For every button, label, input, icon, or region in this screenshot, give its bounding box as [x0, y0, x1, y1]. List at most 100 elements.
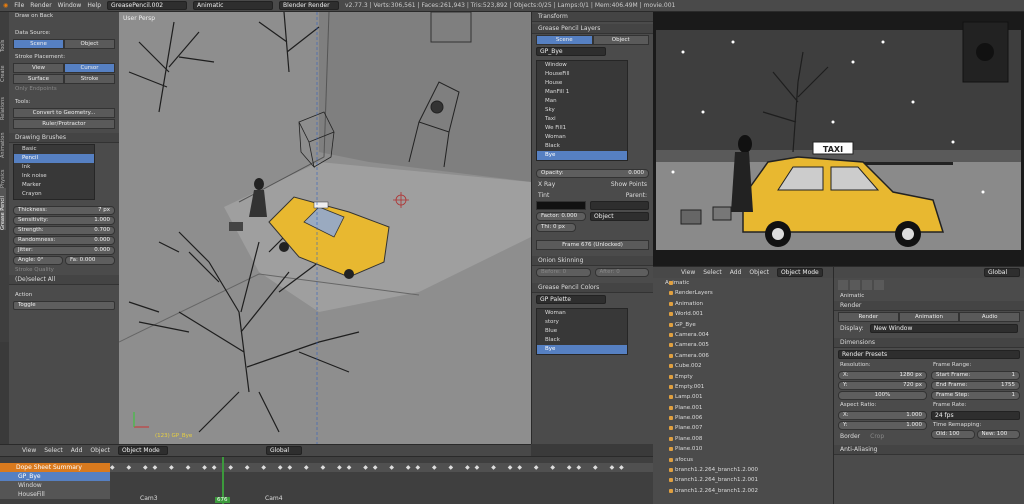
gp-parent-type-select[interactable]: Object [590, 212, 649, 221]
crop-checkbox[interactable]: Crop [870, 433, 884, 440]
outliner-mode-select[interactable]: Object Mode [776, 268, 823, 277]
outliner-item[interactable]: Camera.005 [653, 340, 833, 350]
outliner-item[interactable]: Plane.001 [653, 403, 833, 413]
gp-color-black[interactable]: Black [537, 336, 627, 345]
gp-layer-wefill[interactable]: We Fill1 [537, 124, 627, 133]
dopesheet-channel-row[interactable]: HouseFill [0, 490, 110, 499]
aspect-x-field[interactable]: X: 1.000 [838, 411, 927, 420]
angle-field[interactable]: Angle: 0° [13, 256, 63, 265]
dopesheet-channel-row[interactable]: Window [0, 481, 110, 490]
gp-layer-house[interactable]: House [537, 79, 627, 88]
menu-file[interactable]: File [14, 2, 24, 9]
draw-on-back-checkbox[interactable]: Draw on Back [9, 12, 119, 21]
viewport-menu-object[interactable]: Object [90, 447, 110, 454]
gp-colors-header[interactable]: Grease Pencil Colors [532, 283, 653, 293]
world-tab-icon[interactable] [862, 280, 872, 290]
marker-cam4[interactable]: Cam4 [265, 495, 283, 502]
outliner-item[interactable]: branch1.2.264_branch1.2.001 [653, 475, 833, 485]
gp-color-woman[interactable]: Woman [537, 309, 627, 318]
gp-layer-man[interactable]: Man [537, 97, 627, 106]
display-select[interactable]: New Window [869, 324, 1018, 333]
tab-animation[interactable]: Animation [0, 120, 6, 159]
gp-frame-button[interactable]: Frame 676 (Unlocked) [536, 240, 649, 250]
gp-xray-checkbox[interactable]: X Ray [538, 181, 555, 188]
convert-to-geometry-button[interactable]: Convert to Geometry... [13, 108, 115, 118]
gp-color-story[interactable]: story [537, 318, 627, 327]
blender-logo-icon[interactable]: ◉ [3, 2, 8, 9]
frame-step-field[interactable]: Frame Step: 1 [931, 391, 1020, 400]
outliner-item[interactable]: afocus [653, 455, 833, 465]
outliner-item[interactable]: Plane.008 [653, 434, 833, 444]
action-select[interactable]: Toggle [13, 301, 115, 310]
remap-old-field[interactable]: Old: 100 [931, 430, 975, 439]
render-panel-header[interactable]: Render [834, 301, 1024, 311]
brush-ink[interactable]: Ink [14, 163, 94, 172]
drawing-brushes-header[interactable]: Drawing Brushes [9, 133, 119, 143]
gp-palette-field[interactable]: GP Palette [536, 295, 606, 304]
jitter-field[interactable]: Jitter: 0.000 [13, 246, 115, 255]
randomness-field[interactable]: Randomness: 0.000 [13, 236, 115, 245]
transform-header[interactable]: Transform [532, 12, 653, 22]
gp-layer-manfill[interactable]: ManFill 1 [537, 88, 627, 97]
object-tab-icon[interactable] [874, 280, 884, 290]
menu-help[interactable]: Help [87, 2, 101, 9]
res-percent-field[interactable]: 100% [838, 391, 927, 400]
gp-color-bye[interactable]: Bye [537, 345, 627, 354]
outliner-item[interactable]: RenderLayers [653, 288, 833, 298]
dopesheet-keyframe-track[interactable]: ◆ ◆ ◆◆ ◆ ◆ ◆◆ ◆ ◆ ◆ ◆◆ ◆ ◆ ◆◆ ◆◆ ◆ ◆◆ ◆ … [110, 463, 653, 472]
gp-source-object[interactable]: Object [592, 35, 649, 45]
render-view[interactable]: TAXI [653, 12, 1024, 266]
strength-field[interactable]: Strength: 0.700 [13, 226, 115, 235]
gp-tint-color-swatch[interactable] [536, 201, 586, 210]
dopesheet-channel-row[interactable]: GP_Bye [0, 472, 110, 481]
placement-surface[interactable]: Surface [13, 74, 64, 84]
gp-layer-sky[interactable]: Sky [537, 106, 627, 115]
gp-factor-field[interactable]: Factor: 0.000 [536, 212, 586, 221]
placement-cursor[interactable]: Cursor [64, 63, 115, 73]
outliner-item[interactable]: Animation [653, 299, 833, 309]
thickness-field[interactable]: Thickness: 7 px [13, 206, 115, 215]
audio-button[interactable]: Audio [959, 312, 1021, 322]
end-frame-field[interactable]: End Frame: 1755 [931, 381, 1020, 390]
render-engine-select[interactable]: Blender Render [279, 1, 340, 10]
placement-view[interactable]: View [13, 63, 64, 73]
marker-cam3[interactable]: Cam3 [140, 495, 158, 502]
outliner-menu-object[interactable]: Object [749, 269, 769, 276]
res-y-field[interactable]: Y: 720 px [838, 381, 927, 390]
gp-source-scene[interactable]: Scene [536, 35, 593, 45]
gp-layer-woman[interactable]: Woman [537, 133, 627, 142]
stroke-quality-header[interactable]: Stroke Quality [9, 266, 119, 275]
border-checkbox[interactable]: Border [840, 433, 860, 440]
fps-select[interactable]: 24 fps [931, 411, 1020, 420]
scene-field[interactable]: Animatic [193, 1, 274, 10]
outliner-root[interactable]: Animatic [653, 278, 833, 288]
viewport-menu-select[interactable]: Select [44, 447, 63, 454]
render-button[interactable]: Render [838, 312, 899, 322]
menu-window[interactable]: Window [58, 2, 82, 9]
gp-onion-after[interactable]: After: 0 [594, 268, 649, 277]
sensitivity-field[interactable]: Sensitivity: 1.000 [13, 216, 115, 225]
only-endpoints-checkbox[interactable]: Only Endpoints [9, 85, 119, 94]
outliner-item[interactable]: Cube.002 [653, 361, 833, 371]
placement-stroke[interactable]: Stroke [64, 74, 115, 84]
brush-pencil[interactable]: Pencil [14, 154, 94, 163]
gp-layer-window[interactable]: Window [537, 61, 627, 70]
outliner-menu-add[interactable]: Add [730, 269, 742, 276]
brush-ink-noise[interactable]: Ink noise [14, 172, 94, 181]
res-x-field[interactable]: X: 1280 px [838, 371, 927, 380]
gp-layer-black[interactable]: Black [537, 142, 627, 151]
outliner-menu-select[interactable]: Select [703, 269, 722, 276]
remap-new-field[interactable]: New: 100 [976, 430, 1020, 439]
viewport-menu-add[interactable]: Add [71, 447, 83, 454]
data-source-object[interactable]: Object [64, 39, 115, 49]
menu-render[interactable]: Render [30, 2, 51, 9]
dopesheet-summary-row[interactable]: Dope Sheet Summary [0, 463, 110, 472]
gp-datablock-field[interactable]: GP_Bye [536, 47, 606, 56]
brush-basic[interactable]: Basic [14, 145, 94, 154]
tab-grease-pencil[interactable]: Grease Pencil [0, 188, 6, 230]
gp-onion-skinning-header[interactable]: Onion Skinning [532, 256, 653, 266]
tab-create[interactable]: Create [0, 52, 6, 82]
viewport-orientation-select[interactable]: Global [265, 446, 302, 455]
outliner-item[interactable]: Plane.010 [653, 444, 833, 454]
gp-layer-taxi[interactable]: Taxi [537, 115, 627, 124]
